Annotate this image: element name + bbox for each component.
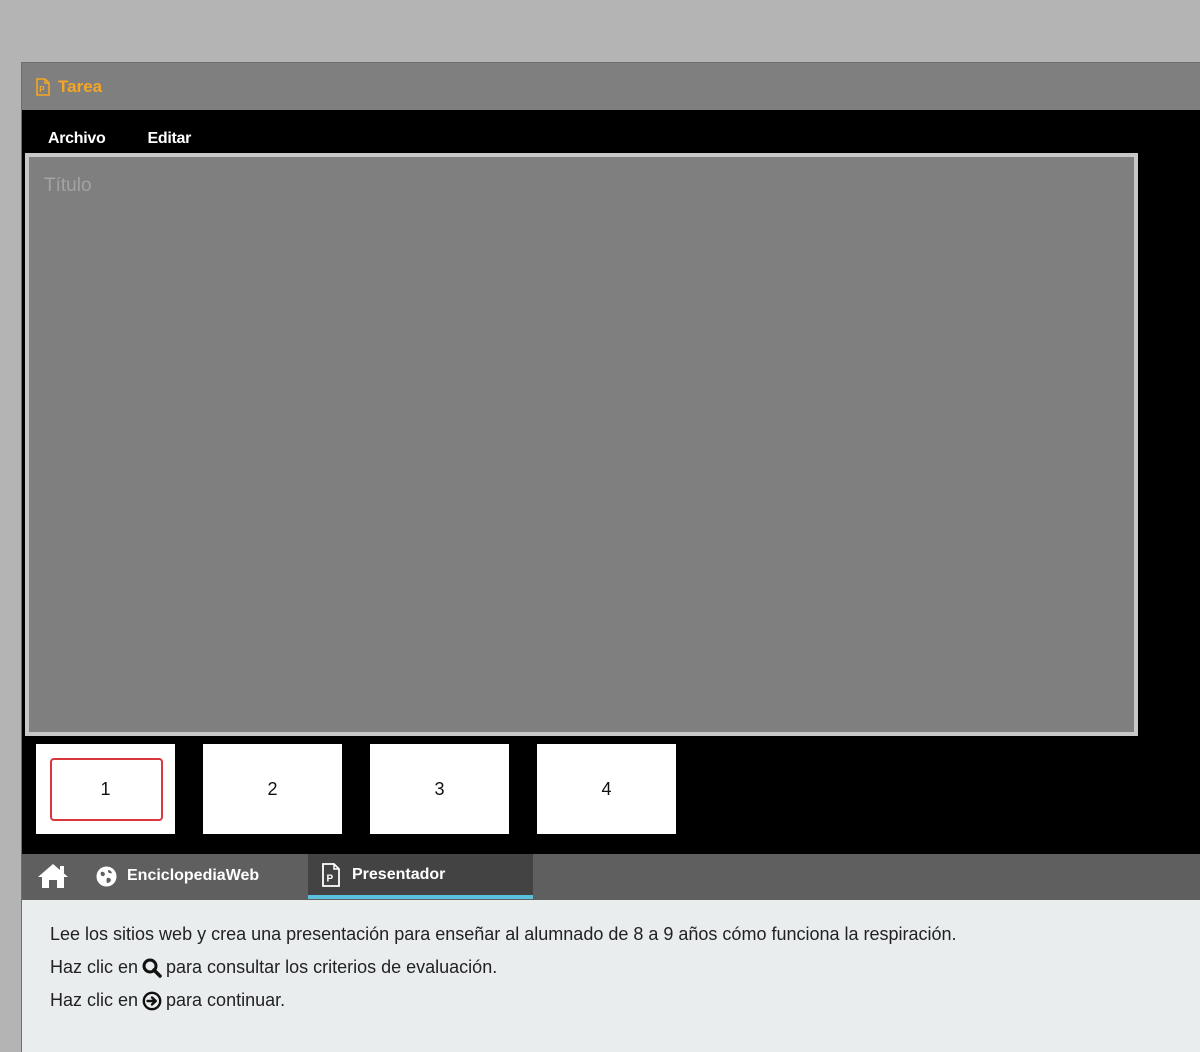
instruction-text: Lee los sitios web y crea una presentaci… bbox=[50, 924, 957, 944]
instructions-panel: Lee los sitios web y crea una presentaci… bbox=[22, 900, 1200, 1052]
window-titlebar: P Tarea bbox=[22, 63, 1200, 110]
magnifier-icon[interactable] bbox=[142, 958, 162, 978]
svg-text:P: P bbox=[39, 85, 45, 94]
presentation-doc-icon: P bbox=[36, 77, 50, 96]
instruction-text: para continuar. bbox=[166, 990, 286, 1010]
slide-editor[interactable]: Título bbox=[25, 153, 1138, 736]
instruction-line-task: Lee los sitios web y crea una presentaci… bbox=[50, 924, 957, 945]
tab-label: Presentador bbox=[352, 865, 446, 883]
globe-icon bbox=[96, 866, 117, 886]
svg-text:P: P bbox=[327, 873, 334, 884]
menu-bar: Archivo Editar bbox=[22, 110, 1200, 152]
tab-enciclopediaweb[interactable]: EnciclopediaWeb bbox=[96, 854, 259, 898]
menu-archivo[interactable]: Archivo bbox=[48, 130, 106, 152]
instruction-line-continue: Haz clic en para continuar. bbox=[50, 990, 285, 1011]
presentation-doc-icon: P bbox=[322, 862, 340, 887]
tab-label: EnciclopediaWeb bbox=[127, 867, 260, 884]
taskbar: EnciclopediaWeb P Presentador bbox=[22, 854, 1200, 900]
instruction-text: Haz clic en bbox=[50, 957, 139, 977]
instruction-line-criteria: Haz clic en para consultar los criterios… bbox=[50, 957, 497, 978]
slide-thumbnail-label: 1 bbox=[100, 778, 111, 799]
slide-thumbnails: 1 2 3 4 bbox=[22, 744, 1200, 854]
slide-thumbnail-1[interactable]: 1 bbox=[36, 744, 175, 834]
menu-editar[interactable]: Editar bbox=[147, 130, 191, 152]
slide-thumbnail-2[interactable]: 2 bbox=[203, 744, 342, 834]
slide-thumbnail-label: 3 bbox=[434, 778, 445, 799]
window-title: Tarea bbox=[58, 76, 103, 96]
slide-thumbnail-4[interactable]: 4 bbox=[537, 744, 676, 834]
task-window: P Tarea Archivo Editar Título 1 2 3 4 En… bbox=[21, 62, 1200, 1052]
instruction-text: Haz clic en bbox=[50, 990, 139, 1010]
slide-thumbnail-3[interactable]: 3 bbox=[370, 744, 509, 834]
slide-thumbnail-label: 4 bbox=[601, 778, 612, 799]
slide-thumbnail-label: 2 bbox=[267, 778, 278, 799]
home-icon[interactable] bbox=[36, 862, 70, 890]
instruction-text: para consultar los criterios de evaluaci… bbox=[166, 957, 498, 977]
continue-arrow-icon[interactable] bbox=[142, 991, 162, 1011]
slide-title-placeholder[interactable]: Título bbox=[44, 175, 92, 197]
tab-presentador[interactable]: P Presentador bbox=[308, 854, 533, 899]
